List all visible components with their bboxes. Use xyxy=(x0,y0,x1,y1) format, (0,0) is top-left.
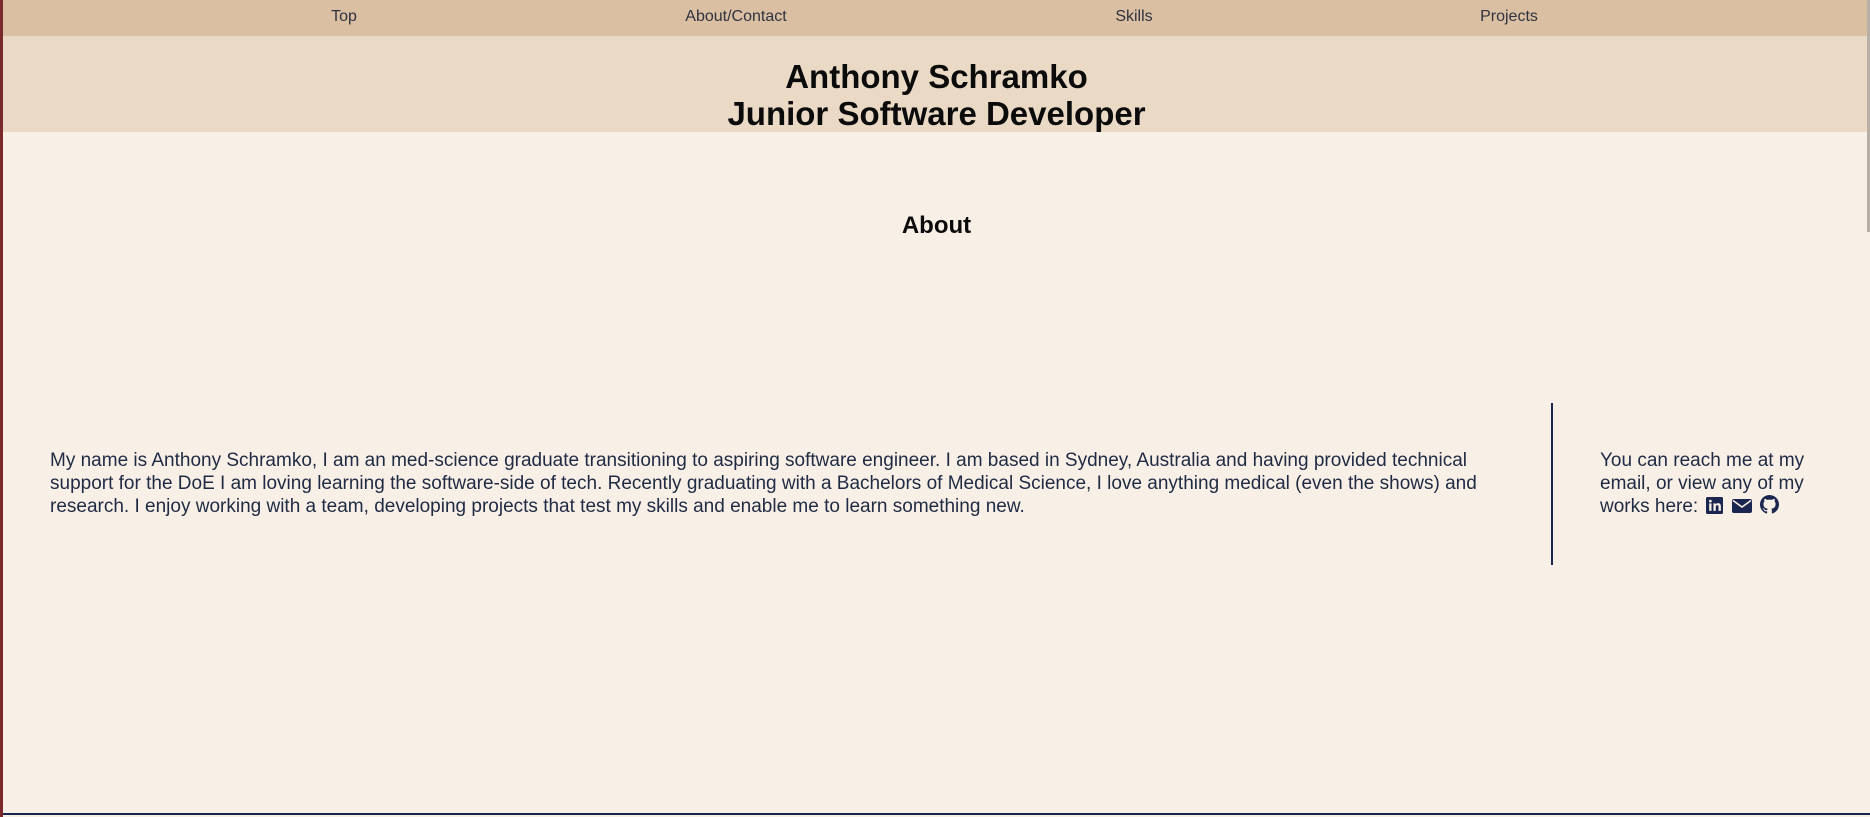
github-icon[interactable] xyxy=(1760,495,1780,514)
footer-divider xyxy=(3,813,1870,815)
nav-link-skills[interactable]: Skills xyxy=(1115,0,1152,36)
linkedin-icon[interactable] xyxy=(1706,497,1724,514)
contact-icons xyxy=(1703,495,1780,520)
page: Top About/Contact Skills Projects Anthon… xyxy=(0,0,1870,817)
nav-link-top[interactable]: Top xyxy=(331,0,357,36)
top-nav: Top About/Contact Skills Projects xyxy=(3,0,1870,36)
header-role: Junior Software Developer xyxy=(727,95,1146,132)
page-title: Anthony Schramko Junior Software Develop… xyxy=(3,36,1870,132)
nav-link-about-contact[interactable]: About/Contact xyxy=(685,0,786,36)
page-header: Anthony Schramko Junior Software Develop… xyxy=(3,36,1870,132)
about-paragraph: My name is Anthony Schramko, I am an med… xyxy=(50,450,1477,517)
about-heading: About xyxy=(901,212,972,239)
section-divider xyxy=(1551,403,1553,565)
header-name: Anthony Schramko xyxy=(785,58,1088,95)
nav-link-projects[interactable]: Projects xyxy=(1480,0,1538,36)
email-icon[interactable] xyxy=(1731,498,1752,514)
contact-block: You can reach me at my email, or view an… xyxy=(1600,449,1840,520)
